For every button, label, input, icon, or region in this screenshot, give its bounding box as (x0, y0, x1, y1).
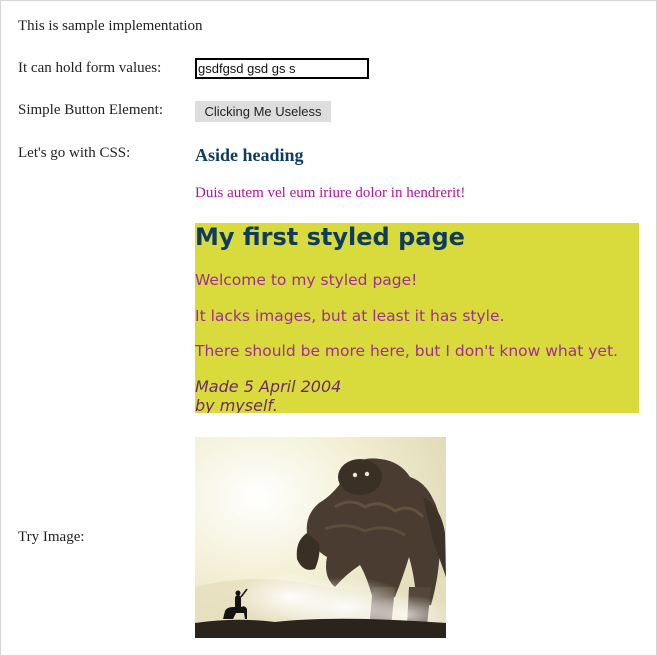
signature-author: by myself. (195, 396, 278, 413)
useless-button[interactable]: Clicking Me Useless (195, 101, 331, 122)
styled-paragraph-more-here: There should be more here, but I don't k… (195, 342, 618, 360)
styled-page-title: My first styled page (195, 223, 465, 251)
form-label: It can hold form values: (18, 60, 162, 76)
aside-text: Duis autem vel eum iriure dolor in hendr… (195, 185, 466, 201)
button-row-label: Simple Button Element: (18, 102, 163, 118)
image-row-label: Try Image: (18, 529, 85, 545)
intro-text: This is sample implementation (18, 18, 203, 34)
css-row-label: Let's go with CSS: (18, 145, 131, 161)
signature-date: Made 5 April 2004 (195, 377, 342, 396)
styled-signature: Made 5 April 2004 by myself. (195, 377, 341, 413)
text-input[interactable] (195, 58, 369, 79)
styled-paragraph-welcome: Welcome to my styled page! (195, 271, 418, 289)
styled-paragraph-lacks-images: It lacks images, but at least it has sty… (195, 307, 505, 325)
styled-page-box: My first styled page Welcome to my style… (195, 223, 639, 413)
colossus-image (195, 437, 446, 638)
aside-heading: Aside heading (195, 145, 304, 165)
